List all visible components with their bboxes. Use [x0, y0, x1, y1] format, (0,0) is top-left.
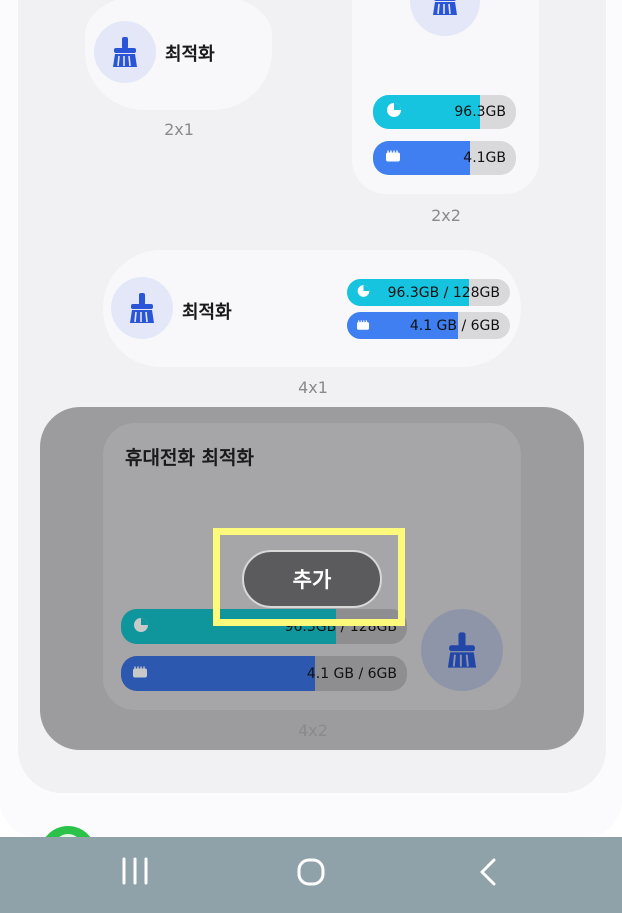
widget-2x2-size-label: 2x2 — [431, 206, 461, 225]
memory-chip-icon — [356, 316, 370, 335]
ram-bar-fill — [121, 656, 316, 691]
recent-apps-button[interactable] — [105, 857, 165, 897]
ram-value: 4.1 GB / 6GB — [306, 665, 397, 682]
widget-4x1-size-label: 4x1 — [298, 378, 328, 397]
home-icon — [297, 858, 325, 886]
memory-chip-icon — [132, 664, 148, 683]
pie-chart-icon — [385, 101, 403, 123]
ram-value: 4.1GB — [463, 150, 506, 166]
ram-value: 4.1 GB / 6GB — [409, 317, 500, 334]
broom-icon — [111, 277, 173, 339]
home-button[interactable] — [281, 857, 341, 897]
storage-bar: 96.3GB — [373, 95, 516, 129]
storage-bar: 96.3GB / 128GB — [347, 279, 510, 306]
ram-bar: 4.1 GB / 6GB — [347, 312, 510, 339]
widget-4x1-title: 최적화 — [182, 302, 232, 323]
widget-4x2-title: 휴대전화 최적화 — [125, 447, 254, 469]
widget-2x1-title: 최적화 — [165, 44, 215, 65]
pie-chart-icon — [356, 283, 371, 302]
widget-2x1-size-label: 2x1 — [164, 120, 194, 139]
storage-value: 96.3GB / 128GB — [387, 284, 500, 301]
widget-4x2-size-label: 4x2 — [298, 721, 328, 740]
broom-icon — [94, 21, 156, 83]
ram-bar: 4.1 GB / 6GB — [121, 656, 407, 691]
navigation-bar — [0, 837, 622, 913]
storage-value: 96.3GB — [454, 104, 506, 120]
recent-apps-icon — [122, 857, 148, 885]
ram-bar: 4.1GB — [373, 141, 516, 175]
broom-icon — [421, 609, 503, 691]
pie-chart-icon — [132, 616, 150, 638]
memory-chip-icon — [385, 149, 401, 168]
back-button[interactable] — [458, 857, 518, 897]
add-widget-button[interactable]: 추가 — [242, 550, 382, 608]
back-icon — [480, 858, 496, 886]
